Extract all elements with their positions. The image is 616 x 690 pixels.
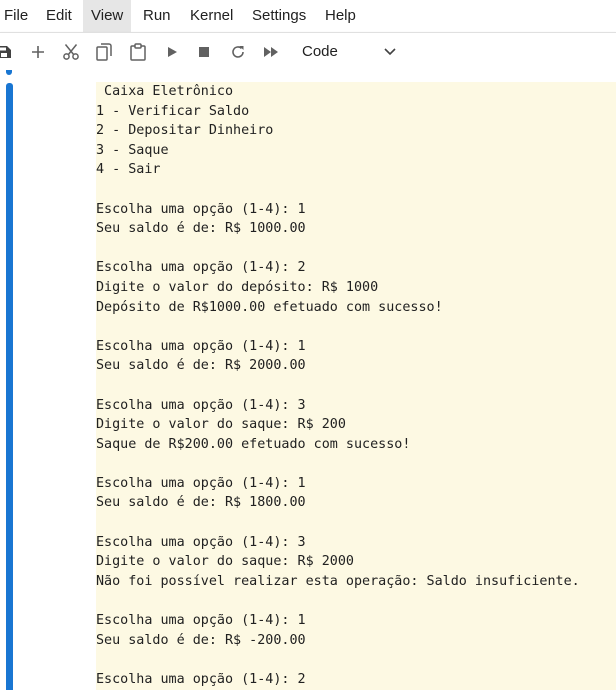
output-line: Seu saldo é de: R$ 1000.00 <box>96 221 306 237</box>
output-line: Seu saldo é de: R$ 1800.00 <box>96 495 306 511</box>
output-line: 1 - Verificar Saldo <box>96 103 250 119</box>
output-line: Seu saldo é de: R$ 2000.00 <box>96 358 306 374</box>
cell-type-label: Code <box>302 43 338 60</box>
run-icon[interactable] <box>162 33 182 70</box>
menu-run[interactable]: Run <box>135 0 179 32</box>
output-line: Caixa Eletrônico <box>96 84 234 99</box>
restart-icon[interactable] <box>228 33 248 70</box>
menu-edit[interactable]: Edit <box>38 0 80 32</box>
copy-icon[interactable] <box>94 33 114 70</box>
menu-view[interactable]: View <box>83 0 132 32</box>
menu-help[interactable]: Help <box>317 0 364 32</box>
output-line: Escolha uma opção (1-4): 3 <box>96 397 306 413</box>
active-cell-indicator[interactable] <box>6 83 13 690</box>
output-line: 2 - Depositar Dinheiro <box>96 123 274 139</box>
notebook-toolbar: Code <box>0 32 616 71</box>
output-line: Escolha uma opção (1-4): 1 <box>96 613 306 629</box>
output-line: Digite o valor do saque: R$ 2000 <box>96 554 354 570</box>
output-line: Escolha uma opção (1-4): 1 <box>96 338 306 354</box>
output-line: Seu saldo é de: R$ -200.00 <box>96 632 306 648</box>
output-text: Caixa Eletrônico 1 - Verificar Saldo 2 - D… <box>96 82 616 689</box>
output-line: Escolha uma opção (1-4): 3 <box>96 534 306 550</box>
output-line: Escolha uma opção (1-4): 1 <box>96 475 306 491</box>
cell-output: Caixa Eletrônico 1 - Verificar Saldo 2 - D… <box>96 82 616 690</box>
menu-kernel[interactable]: Kernel <box>182 0 241 32</box>
fast-forward-icon[interactable] <box>260 33 282 70</box>
cut-icon[interactable] <box>60 33 82 70</box>
output-line: Não foi possível realizar esta operação:… <box>96 573 580 589</box>
stop-icon[interactable] <box>194 33 214 70</box>
output-line: Digite o valor do saque: R$ 200 <box>96 417 346 433</box>
menu-file[interactable]: File <box>0 0 36 32</box>
add-cell-icon[interactable] <box>28 33 48 70</box>
output-line: Depósito de R$1000.00 efetuado com suces… <box>96 299 443 315</box>
output-line: Escolha uma opção (1-4): 2 <box>96 671 306 687</box>
menu-bar: File Edit View Run Kernel Settings Help <box>0 0 616 32</box>
menu-settings[interactable]: Settings <box>244 0 314 32</box>
output-line: 4 - Sair <box>96 162 161 178</box>
output-line: Saque de R$200.00 efetuado com sucesso! <box>96 436 411 452</box>
output-line: Escolha uma opção (1-4): 1 <box>96 201 306 217</box>
output-line: 3 - Saque <box>96 142 169 158</box>
output-line: Digite o valor do depósito: R$ 1000 <box>96 279 379 295</box>
chevron-down-icon <box>384 48 396 56</box>
save-icon[interactable] <box>0 33 14 70</box>
output-line: Escolha uma opção (1-4): 2 <box>96 260 306 276</box>
paste-icon[interactable] <box>128 33 148 70</box>
cell-type-dropdown[interactable]: Code <box>294 33 414 70</box>
